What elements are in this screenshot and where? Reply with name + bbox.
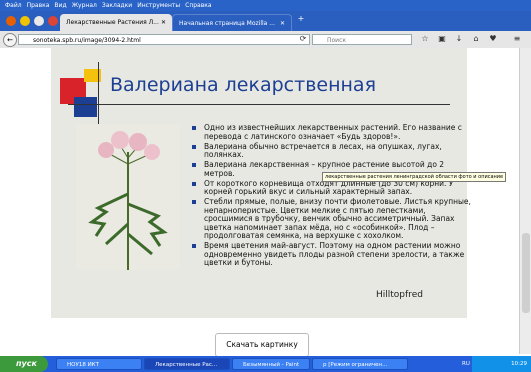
menu-view[interactable]: Вид [54,2,66,9]
description-list: Одно из известнейших лекарственных расте… [192,123,472,269]
menu-icon[interactable]: ≡ [512,34,522,44]
menu-edit[interactable]: Правка [27,2,50,9]
star-icon[interactable]: ☆ [420,34,430,44]
scrollbar[interactable] [519,48,531,354]
close-icon[interactable]: ✕ [161,19,166,26]
decor-vertical-line [98,62,99,128]
language-indicator[interactable]: RU [462,356,470,372]
url-input[interactable]: sonoteka.spb.ru/image/3094-2.html [18,34,310,45]
tab-bar: Лекарственные Растения Л... ✕ Начальная … [0,11,531,32]
list-item: Валериана обычно встречается в лесах, на… [192,142,472,160]
menu-bookmarks[interactable]: Закладки [102,2,132,9]
taskbar-item[interactable]: Лекарственные Рас... [144,358,230,370]
chrome-icon[interactable] [48,16,58,26]
tab-label: Лекарственные Растения Л... [66,19,159,26]
pocket-icon[interactable]: ♥ [488,34,498,44]
tab-label: Начальная страница Mozilla ... [179,19,275,27]
tab-active[interactable]: Лекарственные Растения Л... ✕ [60,14,172,31]
menu-history[interactable]: Журнал [72,2,97,9]
new-tab-icon[interactable]: + [296,14,306,24]
clipboard-icon[interactable]: ▣ [437,34,447,44]
taskbar-item[interactable]: Безымянный - Paint [232,358,310,370]
valerian-plant-image [76,124,180,270]
list-item: От короткого корневища отходят длинные (… [192,179,472,197]
close-icon[interactable]: ✕ [280,20,285,27]
menu-tools[interactable]: Инструменты [137,2,180,9]
list-item: Время цветения май-август. Поэтому на од… [192,241,472,268]
search-input[interactable]: Поиск [312,34,412,45]
decor-blue-square [74,97,97,117]
pin-icon[interactable] [20,16,30,26]
menu-file[interactable]: Файл [5,2,22,9]
back-icon[interactable]: ← [3,33,17,47]
page-title: Валериана лекарственная [110,74,376,96]
tab-inactive[interactable]: Начальная страница Mozilla ... ✕ [172,14,292,31]
decor-horizontal-line [68,104,450,105]
download-image-button[interactable]: Скачать картинку [215,333,309,357]
system-tray: 10:29 [472,356,531,372]
home-icon[interactable]: ⌂ [471,34,481,44]
watermark: Hilltopfred [376,290,423,300]
list-item: Одно из известнейших лекарственных расте… [192,123,472,141]
taskbar-item[interactable]: р [Режим ограничен... [312,358,408,370]
tooltip: лекарственные растения ленинградской обл… [322,172,507,182]
mail-icon[interactable] [34,16,44,26]
scrollbar-thumb[interactable] [522,233,530,313]
list-item: Стебли прямые, полые, внизу почти фиолет… [192,197,472,241]
firefox-icon[interactable] [6,16,16,26]
download-icon[interactable]: ↓ [454,34,464,44]
start-button[interactable]: пуск [0,356,48,372]
taskbar-item[interactable]: НОУ18 ИКТ [56,358,142,370]
navigation-bar: ← sonoteka.spb.ru/image/3094-2.html ⟳ По… [0,31,531,49]
menu-help[interactable]: Справка [185,2,211,9]
menu-bar: Файл Правка Вид Журнал Закладки Инструме… [0,0,531,11]
clock: 10:29 [511,361,527,367]
reload-icon[interactable]: ⟳ [298,34,308,44]
taskbar: пуск НОУ18 ИКТ Лекарственные Рас... Безы… [0,356,531,372]
